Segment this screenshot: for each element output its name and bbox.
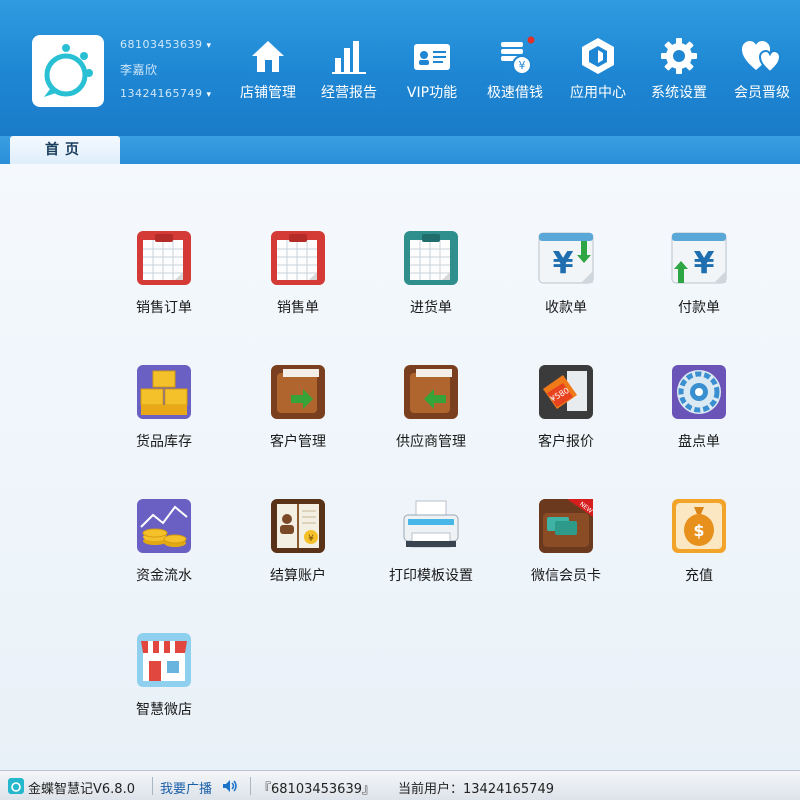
- svg-text:¥: ¥: [553, 246, 574, 281]
- account-id-text: 68103453639: [120, 38, 203, 51]
- tile-customer-management[interactable]: 客户管理: [243, 363, 353, 473]
- logo-icon: [44, 44, 93, 97]
- speaker-icon[interactable]: [222, 779, 238, 793]
- tile-label: 销售订单: [136, 300, 192, 316]
- app-small-logo-icon: [8, 778, 24, 794]
- tile-smart-shop[interactable]: 智慧微店: [109, 631, 219, 741]
- money-bag-icon: $: [670, 497, 728, 555]
- tile-sales-order[interactable]: 销售订单: [109, 229, 219, 339]
- nav-label: 经营报告: [321, 85, 377, 101]
- home-dashboard: 销售订单 销售单 进货单 ¥ 收款单 ¥ 付款单 货品库存 客户管理 供应商管理…: [0, 164, 800, 770]
- price-tag-icon: ¥580: [537, 363, 595, 421]
- svg-text:¥: ¥: [308, 534, 314, 544]
- tile-label: 进货单: [410, 300, 452, 316]
- app-version: 金蝶智慧记V6.8.0: [28, 782, 135, 797]
- nav-label: 会员晋级: [734, 85, 790, 101]
- tile-label: 结算账户: [270, 568, 326, 584]
- tile-receipt[interactable]: ¥ 收款单: [511, 229, 621, 339]
- tile-sales-slip[interactable]: 销售单: [243, 229, 353, 339]
- dropdown-arrow-icon: ▾: [206, 90, 212, 100]
- app-logo: [32, 35, 104, 107]
- nav-vip[interactable]: VIP功能: [392, 36, 472, 110]
- tile-inventory[interactable]: 货品库存: [109, 363, 219, 473]
- nav-business-report[interactable]: 经营报告: [309, 36, 389, 110]
- tile-label: 客户管理: [270, 434, 326, 450]
- nav-quick-loan[interactable]: ¥ 极速借钱: [475, 36, 555, 110]
- vip-card-icon: [414, 44, 450, 70]
- user-phone[interactable]: 13424165749 ▾: [120, 87, 212, 100]
- tile-label: 微信会员卡: [531, 568, 601, 584]
- inventory-disc-icon: [670, 363, 728, 421]
- boxes-icon: [135, 363, 193, 421]
- customer-folder-icon: [269, 363, 327, 421]
- tile-label: 付款单: [678, 300, 720, 316]
- broadcast-link[interactable]: 我要广播: [160, 778, 212, 797]
- red-clipboard-icon: [135, 229, 193, 287]
- nav-member-upgrade[interactable]: 会员晋级: [722, 36, 800, 110]
- tile-payment[interactable]: ¥ 付款单: [644, 229, 754, 339]
- account-number: 『68103453639』: [258, 782, 375, 797]
- gear-icon: [661, 38, 697, 74]
- user-phone-text: 13424165749: [120, 87, 203, 100]
- tile-customer-quote[interactable]: ¥580 客户报价: [511, 363, 621, 473]
- tile-label: 智慧微店: [136, 702, 192, 718]
- tile-label: 盘点单: [678, 434, 720, 450]
- tile-recharge[interactable]: $ 充值: [644, 497, 754, 607]
- nav-label: 应用中心: [570, 85, 626, 101]
- nav-app-center[interactable]: 应用中心: [558, 36, 638, 110]
- tile-label: 打印模板设置: [389, 568, 473, 584]
- red-clipboard-icon: [269, 229, 327, 287]
- home-icon: [252, 41, 284, 72]
- supplier-folder-icon: [402, 363, 460, 421]
- tile-settlement-account[interactable]: ¥ 结算账户: [243, 497, 353, 607]
- nav-label: 系统设置: [651, 85, 707, 101]
- svg-text:¥: ¥: [519, 59, 526, 72]
- shop-icon: [135, 631, 193, 689]
- nav-label: 极速借钱: [487, 85, 543, 101]
- tile-print-template[interactable]: 打印模板设置: [376, 497, 486, 607]
- tile-label: 客户报价: [538, 434, 594, 450]
- ledger-book-icon: ¥: [269, 497, 327, 555]
- coins-chart-icon: [135, 497, 193, 555]
- tile-label: 收款单: [545, 300, 587, 316]
- tile-stocktake[interactable]: 盘点单: [644, 363, 754, 473]
- current-user: 当前用户：13424165749: [398, 782, 554, 797]
- tile-purchase-order[interactable]: 进货单: [376, 229, 486, 339]
- wallet-new-icon: NEW: [537, 497, 595, 555]
- dropdown-arrow-icon: ▾: [206, 41, 212, 51]
- nav-store-management[interactable]: 店铺管理: [228, 36, 308, 110]
- tab-home[interactable]: 首页: [10, 136, 120, 164]
- account-id[interactable]: 68103453639 ▾: [120, 38, 212, 51]
- printer-icon: [402, 497, 460, 555]
- svg-text:$: $: [693, 521, 704, 540]
- teal-clipboard-icon: [402, 229, 460, 287]
- tile-supplier-management[interactable]: 供应商管理: [376, 363, 486, 473]
- tile-label: 销售单: [277, 300, 319, 316]
- tile-cash-flow[interactable]: 资金流水: [109, 497, 219, 607]
- coin-stack-icon: ¥: [501, 36, 535, 75]
- nav-label: 店铺管理: [240, 85, 296, 101]
- user-name: 李嘉欣: [120, 63, 158, 77]
- yen-receive-icon: ¥: [537, 229, 595, 287]
- tile-label: 充值: [685, 568, 713, 584]
- status-bar: 金蝶智慧记V6.8.0 我要广播 『68103453639』 当前用户：1342…: [0, 770, 800, 800]
- svg-text:¥: ¥: [694, 246, 715, 281]
- tile-label: 资金流水: [136, 568, 192, 584]
- yen-pay-icon: ¥: [670, 229, 728, 287]
- divider: [250, 777, 251, 795]
- tab-strip: 首页: [0, 136, 800, 164]
- nav-system-settings[interactable]: 系统设置: [639, 36, 719, 110]
- tile-wechat-card[interactable]: NEW 微信会员卡: [511, 497, 621, 607]
- hearts-icon: [742, 41, 782, 74]
- app-hexagon-icon: [582, 38, 614, 74]
- nav-label: VIP功能: [406, 85, 458, 101]
- tile-label: 供应商管理: [396, 434, 466, 450]
- divider: [152, 777, 153, 795]
- top-header: 68103453639 ▾ 李嘉欣 13424165749 ▾ 店铺管理 经营报告 …: [0, 0, 800, 136]
- tile-label: 货品库存: [136, 434, 192, 450]
- bar-chart-icon: [332, 41, 366, 74]
